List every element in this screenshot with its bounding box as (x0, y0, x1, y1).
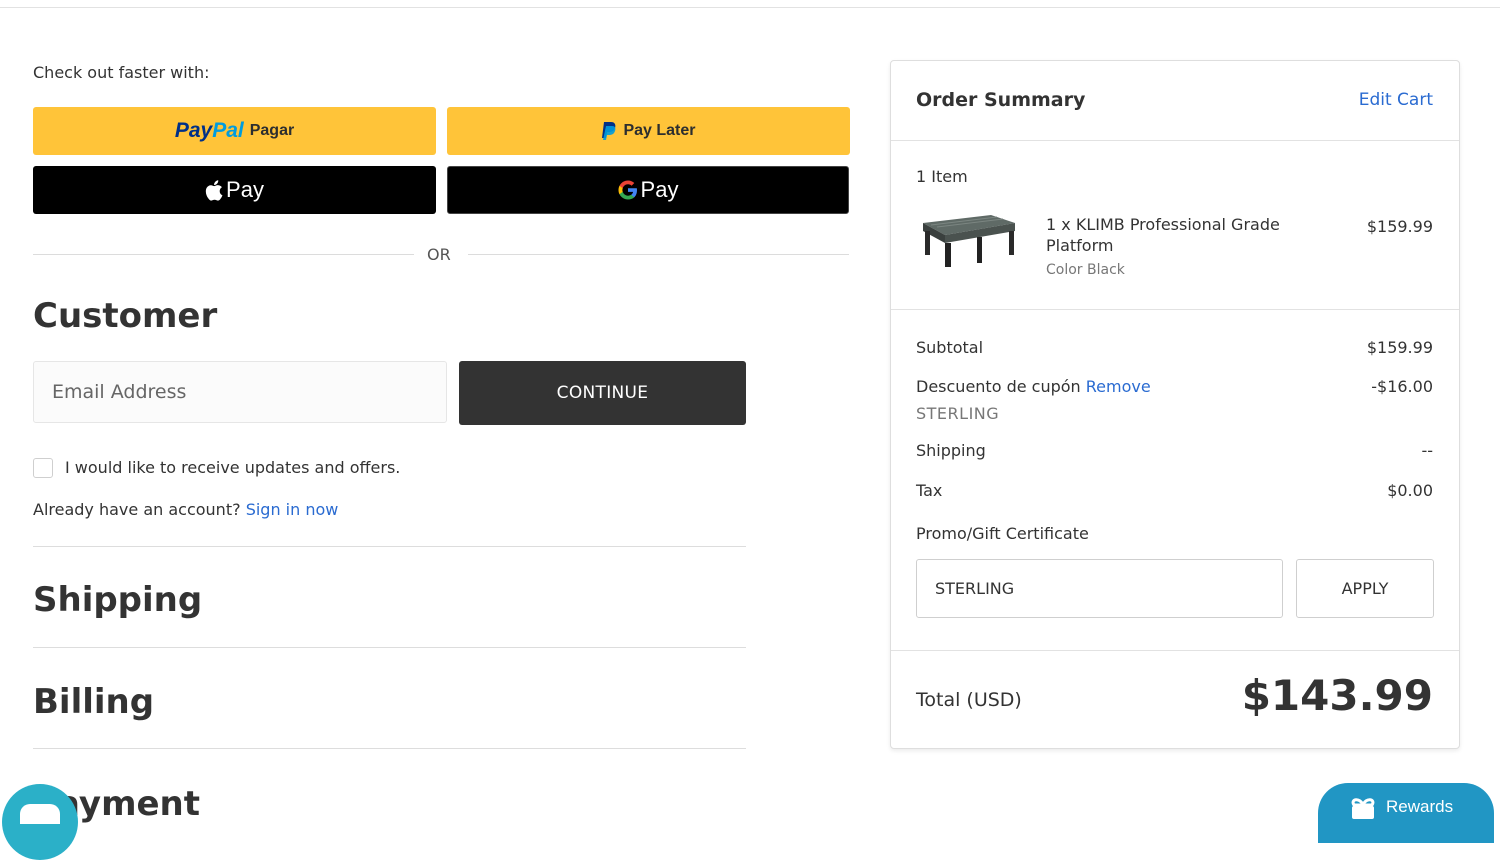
shipping-value: -- (1421, 441, 1433, 460)
google-pay-label: Pay (640, 177, 679, 202)
gift-icon (1351, 798, 1375, 819)
paypal-logo: PayPal (174, 119, 244, 142)
chat-icon (20, 804, 60, 824)
or-label: OR (427, 245, 451, 264)
section-divider (33, 748, 746, 749)
updates-label: I would like to receive updates and offe… (65, 458, 401, 477)
product-option: Color Black (1046, 262, 1125, 278)
account-prompt: Already have an account? (33, 500, 241, 519)
paypal-sub-label: Pagar (249, 122, 295, 139)
apple-pay-button[interactable]: Pay (33, 166, 436, 214)
tax-label: Tax (916, 481, 943, 500)
item-count: 1 Item (916, 167, 968, 186)
shipping-title: Shipping (33, 580, 203, 620)
summary-divider (891, 309, 1459, 310)
chat-launcher-button[interactable] (2, 784, 78, 860)
continue-button[interactable]: CONTINUE (459, 361, 746, 425)
discount-value: -$16.00 (1371, 377, 1433, 396)
or-line-left (33, 254, 414, 255)
apple-pay-label: Pay (226, 177, 264, 202)
rewards-label: Rewards (1386, 797, 1454, 816)
tax-value: $0.00 (1387, 481, 1433, 500)
sign-in-link[interactable]: Sign in now (246, 500, 339, 519)
google-pay-button[interactable]: Pay (447, 166, 849, 214)
paylater-label: Pay Later (623, 122, 696, 139)
email-field[interactable] (33, 361, 447, 423)
shipping-label: Shipping (916, 441, 986, 460)
account-prompt-row: Already have an account? Sign in now (33, 500, 338, 519)
google-g-icon (618, 180, 637, 200)
summary-divider (891, 650, 1459, 651)
apple-icon (205, 179, 223, 201)
apply-button[interactable]: APPLY (1296, 559, 1434, 618)
promo-label: Promo/Gift Certificate (916, 524, 1089, 543)
paypal-p-icon (602, 122, 616, 140)
section-divider (33, 546, 746, 547)
rewards-button[interactable]: Rewards (1318, 783, 1494, 843)
promo-code-field[interactable] (916, 559, 1283, 618)
discount-row: Descuento de cupón Remove (916, 377, 1151, 396)
paylater-button[interactable]: Pay Later (447, 107, 850, 155)
express-checkout-heading: Check out faster with: (33, 63, 210, 82)
customer-title: Customer (33, 296, 218, 336)
paypal-button[interactable]: PayPal Pagar (33, 107, 436, 155)
order-summary: Order Summary Edit Cart 1 Item 1 x KLIMB… (890, 60, 1460, 749)
updates-checkbox[interactable] (33, 458, 53, 478)
product-price: $159.99 (1366, 217, 1433, 236)
coupon-code: STERLING (916, 404, 1000, 423)
subtotal-value: $159.99 (1366, 338, 1433, 357)
discount-label: Descuento de cupón (916, 377, 1081, 396)
billing-title: Billing (33, 682, 155, 722)
subtotal-label: Subtotal (916, 338, 984, 357)
order-summary-title: Order Summary (916, 89, 1086, 111)
top-divider (0, 7, 1500, 8)
total-label: Total (USD) (916, 689, 1022, 711)
summary-divider (891, 140, 1459, 141)
product-image (923, 215, 1015, 267)
or-line-right (468, 254, 849, 255)
section-divider (33, 647, 746, 648)
edit-cart-link[interactable]: Edit Cart (1359, 90, 1433, 110)
product-name: 1 x KLIMB Professional Grade Platform (1046, 215, 1280, 255)
or-separator: OR (33, 245, 849, 265)
total-value: $143.99 (1241, 671, 1433, 720)
remove-coupon-link[interactable]: Remove (1086, 377, 1151, 396)
